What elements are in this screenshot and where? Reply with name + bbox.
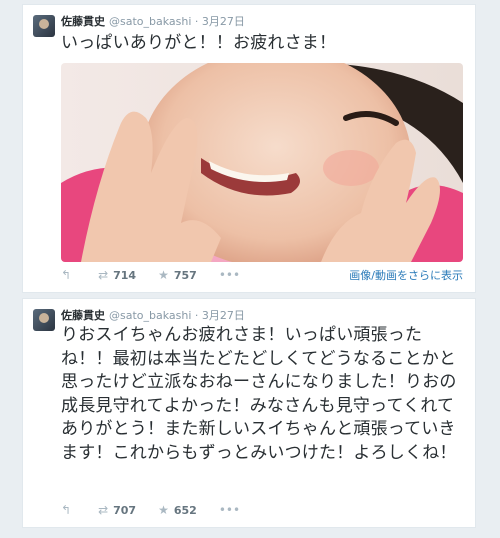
more-button[interactable]: ••• — [219, 503, 245, 517]
reply-button[interactable]: ↰ — [61, 503, 76, 517]
more-icon: ••• — [218, 268, 241, 282]
star-icon: ★ — [158, 503, 169, 517]
avatar[interactable] — [33, 15, 55, 37]
user-handle[interactable]: @sato_bakashi — [109, 15, 191, 28]
tweet-date[interactable]: 3月27日 — [202, 15, 245, 28]
retweet-count: 714 — [113, 268, 137, 282]
retweet-button[interactable]: ⇄ 707 — [98, 503, 136, 517]
retweet-icon: ⇄ — [98, 268, 109, 282]
tweet-header: 佐藤貫史 @sato_bakashi · 3月27日 — [61, 15, 245, 28]
favorite-button[interactable]: ★ 652 — [158, 503, 197, 517]
user-name[interactable]: 佐藤貫史 — [61, 309, 105, 322]
tweet-actions: ↰ ⇄ 714 ★ 757 ••• — [61, 267, 267, 283]
tweet-text: りおスイちゃんお疲れさま！いっぱい頑張ったね！！最初は本当たどたどしくてどうなる… — [61, 325, 457, 463]
tweet-card[interactable]: 佐藤貫史 @sato_bakashi · 3月27日 いっぱいありがと！！お疲れさ… — [22, 4, 476, 293]
tweet-date[interactable]: 3月27日 — [202, 309, 245, 322]
reply-button[interactable]: ↰ — [61, 268, 76, 282]
favorite-count: 652 — [173, 503, 197, 517]
user-name[interactable]: 佐藤貫史 — [61, 15, 105, 28]
retweet-count: 707 — [113, 503, 137, 517]
tweet-actions: ↰ ⇄ 707 ★ 652 ••• — [61, 502, 267, 518]
tweet-text: いっぱいありがと！！お疲れさま！ — [61, 33, 337, 53]
more-icon: ••• — [218, 503, 241, 517]
child-photo-image — [61, 63, 463, 262]
reply-icon: ↰ — [61, 268, 72, 282]
retweet-button[interactable]: ⇄ 714 — [98, 268, 136, 282]
star-icon: ★ — [158, 268, 169, 282]
tweet-photo[interactable] — [61, 63, 463, 262]
view-more-media-link[interactable]: 画像/動画をさらに表示 — [349, 267, 463, 283]
avatar[interactable] — [33, 309, 55, 331]
more-button[interactable]: ••• — [219, 268, 245, 282]
favorite-count: 757 — [173, 268, 197, 282]
favorite-button[interactable]: ★ 757 — [158, 268, 197, 282]
tweet-header: 佐藤貫史 @sato_bakashi · 3月27日 — [61, 309, 245, 322]
tweet-card[interactable]: 佐藤貫史 @sato_bakashi · 3月27日 りおスイちゃんお疲れさま！い… — [22, 298, 476, 528]
reply-icon: ↰ — [61, 503, 72, 517]
retweet-icon: ⇄ — [98, 503, 109, 517]
user-handle[interactable]: @sato_bakashi — [109, 309, 191, 322]
